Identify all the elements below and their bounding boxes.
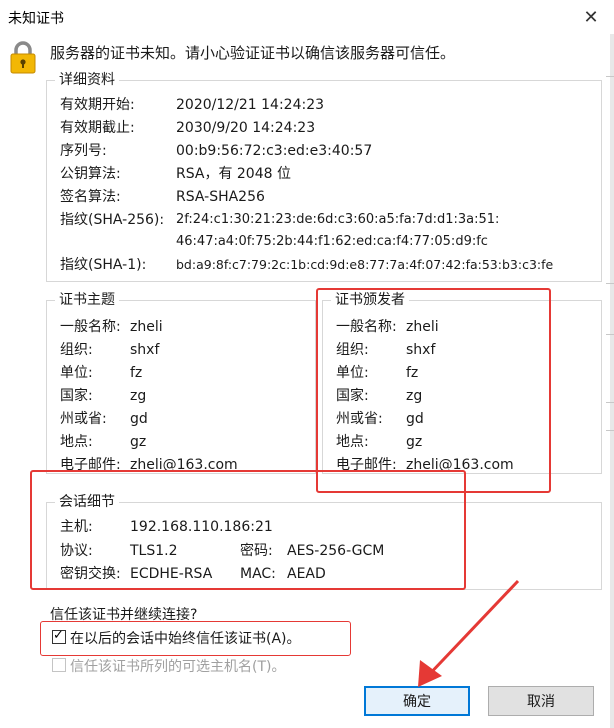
detail-label: 指纹(SHA-256): bbox=[60, 212, 165, 228]
subject-label: 地点: bbox=[60, 434, 93, 450]
subject-value: gz bbox=[130, 434, 147, 450]
detail-value: 2020/12/21 14:24:23 bbox=[176, 97, 325, 113]
trust-alt-names-checkbox[interactable] bbox=[52, 658, 66, 672]
detail-value: 00:b9:56:72:c3:ed:e3:40:57 bbox=[176, 143, 373, 159]
subject-label: 单位: bbox=[60, 365, 93, 381]
subject-value: shxf bbox=[130, 342, 160, 358]
detail-value: RSA-SHA256 bbox=[176, 189, 265, 205]
right-edge bbox=[610, 34, 614, 728]
close-icon[interactable]: ✕ bbox=[568, 0, 614, 34]
edge-tick bbox=[606, 430, 614, 431]
title-bar: 未知证书 ✕ bbox=[0, 0, 614, 34]
detail-label: 指纹(SHA-1): bbox=[60, 257, 147, 273]
detail-label: 有效期截止: bbox=[60, 120, 135, 136]
subject-value: zg bbox=[130, 388, 147, 404]
detail-label: 有效期开始: bbox=[60, 97, 135, 113]
ok-button[interactable]: 确定 bbox=[364, 686, 470, 716]
always-trust-highlight bbox=[40, 621, 351, 656]
subject-value: zheli bbox=[130, 319, 163, 335]
warning-message: 服务器的证书未知。请小心验证证书以确信该服务器可信任。 bbox=[50, 44, 456, 62]
lock-icon bbox=[10, 41, 36, 74]
subject-label: 国家: bbox=[60, 388, 93, 404]
detail-value: 2f:24:c1:30:21:23:de:6d:c3:60:a5:fa:7d:d… bbox=[176, 212, 500, 227]
window-title: 未知证书 bbox=[8, 11, 64, 27]
detail-value: 2030/9/20 14:24:23 bbox=[176, 120, 316, 136]
edge-tick bbox=[606, 334, 614, 335]
trust-alt-names-label[interactable]: 信任该证书所列的可选主机名(T)。 bbox=[70, 656, 285, 676]
detail-value: bd:a9:8f:c7:79:2c:1b:cd:9d:e8:77:7a:4f:0… bbox=[176, 257, 554, 272]
detail-value-continuation: 46:47:a4:0f:75:2b:44:f1:62:ed:ca:f4:77:0… bbox=[176, 234, 488, 249]
details-legend: 详细资料 bbox=[55, 71, 119, 89]
subject-label: 组织: bbox=[60, 342, 93, 358]
cancel-button[interactable]: 取消 bbox=[488, 686, 594, 716]
detail-label: 签名算法: bbox=[60, 189, 121, 205]
session-highlight bbox=[30, 470, 466, 590]
detail-value: RSA，有 2048 位 bbox=[176, 166, 291, 182]
edge-tick bbox=[606, 76, 614, 77]
edge-tick bbox=[606, 402, 614, 403]
subject-label: 一般名称: bbox=[60, 319, 121, 335]
issuer-highlight bbox=[316, 288, 551, 493]
subject-value: gd bbox=[130, 411, 148, 427]
edge-tick bbox=[606, 283, 614, 284]
detail-label: 公钥算法: bbox=[60, 166, 121, 182]
subject-legend: 证书主题 bbox=[55, 291, 119, 309]
subject-value: fz bbox=[130, 365, 143, 381]
detail-label: 序列号: bbox=[60, 143, 107, 159]
subject-label: 州或省: bbox=[60, 411, 107, 427]
